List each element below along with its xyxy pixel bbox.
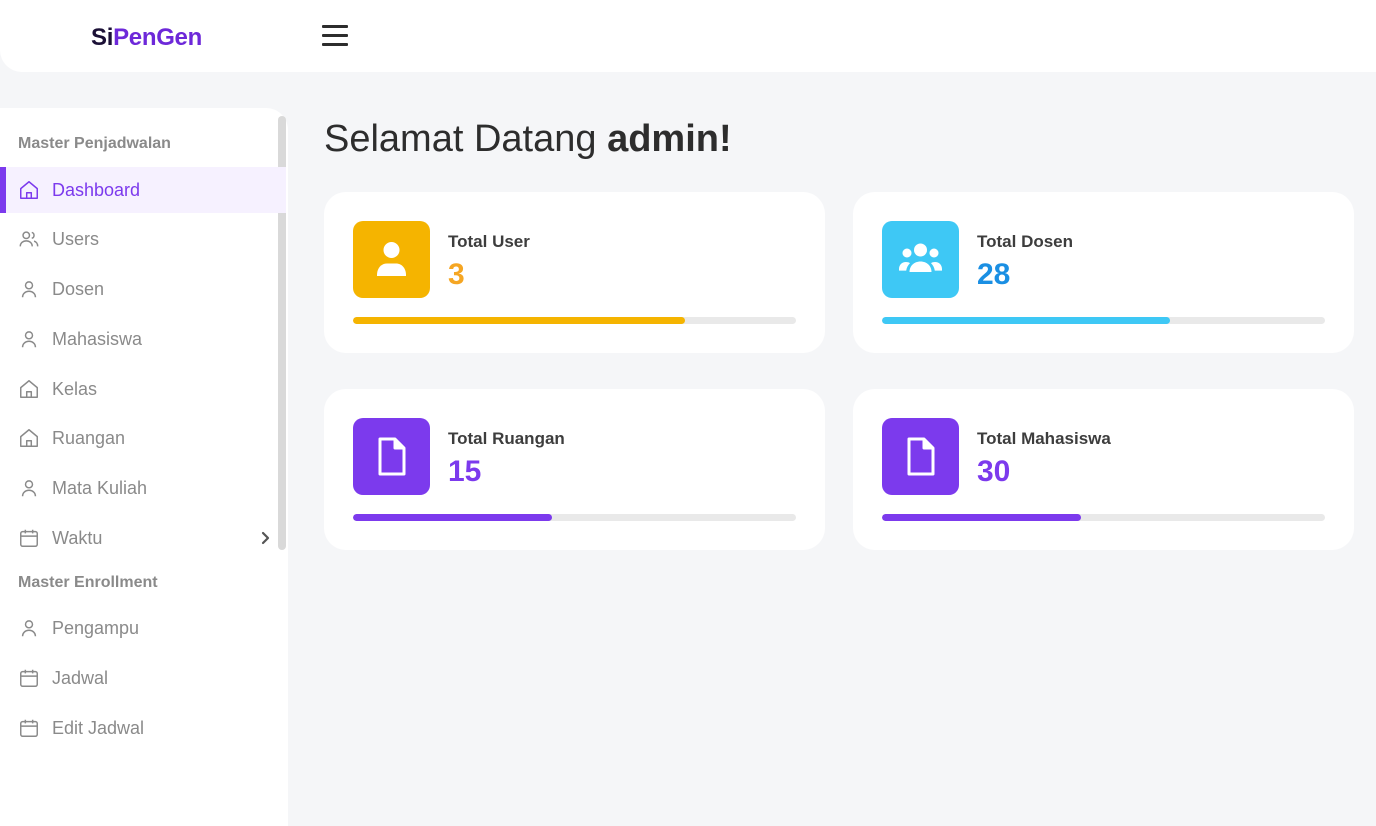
sidebar-item-label: Jadwal (52, 667, 109, 688)
card-label: Total User (448, 232, 530, 251)
card-label: Total Dosen (977, 232, 1074, 251)
menu-toggle-icon[interactable] (322, 25, 348, 47)
stat-card-total-user: Total User 3 (324, 192, 825, 353)
calendar-icon (20, 719, 38, 737)
welcome-prefix: Selamat Datang (324, 118, 597, 160)
user-icon (21, 331, 37, 348)
file-icon (907, 437, 935, 476)
sidebar-item-label: Pengampu (52, 617, 140, 638)
users-group-icon (899, 243, 942, 272)
card-icon-box (353, 418, 430, 495)
calendar-icon (20, 669, 38, 687)
sidebar-item-label: Waktu (52, 527, 103, 548)
card-icon-box (882, 221, 959, 298)
section-title-master-penjadwalan: Master Penjadwalan (18, 135, 171, 152)
progress-fill (882, 514, 1082, 521)
home-icon (20, 380, 38, 398)
page-title: Selamat Datang admin! (324, 118, 732, 161)
sidebar-item-ruangan[interactable]: Ruangan (0, 415, 286, 461)
progress-bar (353, 514, 796, 521)
stat-card-total-dosen: Total Dosen 28 (853, 192, 1354, 353)
sidebar-item-dosen[interactable]: Dosen (0, 266, 286, 312)
brand-logo[interactable]: SiPenGen (91, 24, 202, 52)
sidebar-item-pengampu[interactable]: Pengampu (0, 605, 286, 651)
top-bar: SiPenGen (0, 0, 1376, 72)
card-value: 28 (977, 258, 1011, 291)
welcome-username: admin! (607, 118, 732, 160)
card-icon-box (353, 221, 430, 298)
card-value: 3 (448, 258, 465, 291)
progress-fill (353, 514, 553, 521)
card-icon-box (882, 418, 959, 495)
progress-fill (353, 317, 686, 324)
sidebar-item-waktu[interactable]: Waktu (0, 515, 286, 561)
home-icon (20, 429, 38, 447)
sidebar-item-label: Kelas (52, 378, 98, 399)
stat-card-total-ruangan: Total Ruangan 15 (324, 389, 825, 550)
sidebar-item-label: Mahasiswa (52, 328, 143, 349)
users-icon (19, 231, 39, 247)
user-icon (21, 620, 37, 637)
progress-fill (882, 317, 1170, 324)
sidebar-item-edit-jadwal[interactable]: Edit Jadwal (0, 705, 286, 751)
chevron-right-icon[interactable] (258, 530, 272, 546)
sidebar-item-label: Edit Jadwal (52, 717, 145, 738)
sidebar-item-label: Dashboard (52, 179, 141, 200)
sidebar-item-jadwal[interactable]: Jadwal (0, 655, 286, 701)
user-icon (377, 242, 406, 276)
brand-part2: PenGen (113, 24, 202, 51)
card-label: Total Ruangan (448, 429, 565, 448)
card-value: 15 (448, 455, 482, 488)
brand-part1: Si (91, 24, 114, 51)
sidebar-item-users[interactable]: Users (0, 216, 286, 262)
progress-bar (882, 317, 1325, 324)
sidebar-item-kelas[interactable]: Kelas (0, 366, 286, 412)
user-icon (21, 281, 37, 298)
progress-bar (353, 317, 796, 324)
progress-bar (882, 514, 1325, 521)
file-icon (378, 437, 406, 476)
sidebar-item-mahasiswa[interactable]: Mahasiswa (0, 316, 286, 362)
sidebar-item-label: Ruangan (52, 427, 126, 448)
calendar-icon (20, 529, 38, 547)
stat-card-total-mahasiswa: Total Mahasiswa 30 (853, 389, 1354, 550)
card-label: Total Mahasiswa (977, 429, 1111, 448)
sidebar-item-mata-kuliah[interactable]: Mata Kuliah (0, 465, 286, 511)
section-title-master-enrollment: Master Enrollment (18, 574, 158, 591)
home-icon (20, 181, 38, 199)
sidebar-item-label: Users (52, 228, 100, 249)
card-value: 30 (977, 455, 1011, 488)
user-icon (21, 480, 37, 497)
sidebar-item-label: Mata Kuliah (52, 477, 148, 498)
sidebar-item-dashboard[interactable]: Dashboard (0, 167, 286, 213)
sidebar-item-label: Dosen (52, 278, 105, 299)
